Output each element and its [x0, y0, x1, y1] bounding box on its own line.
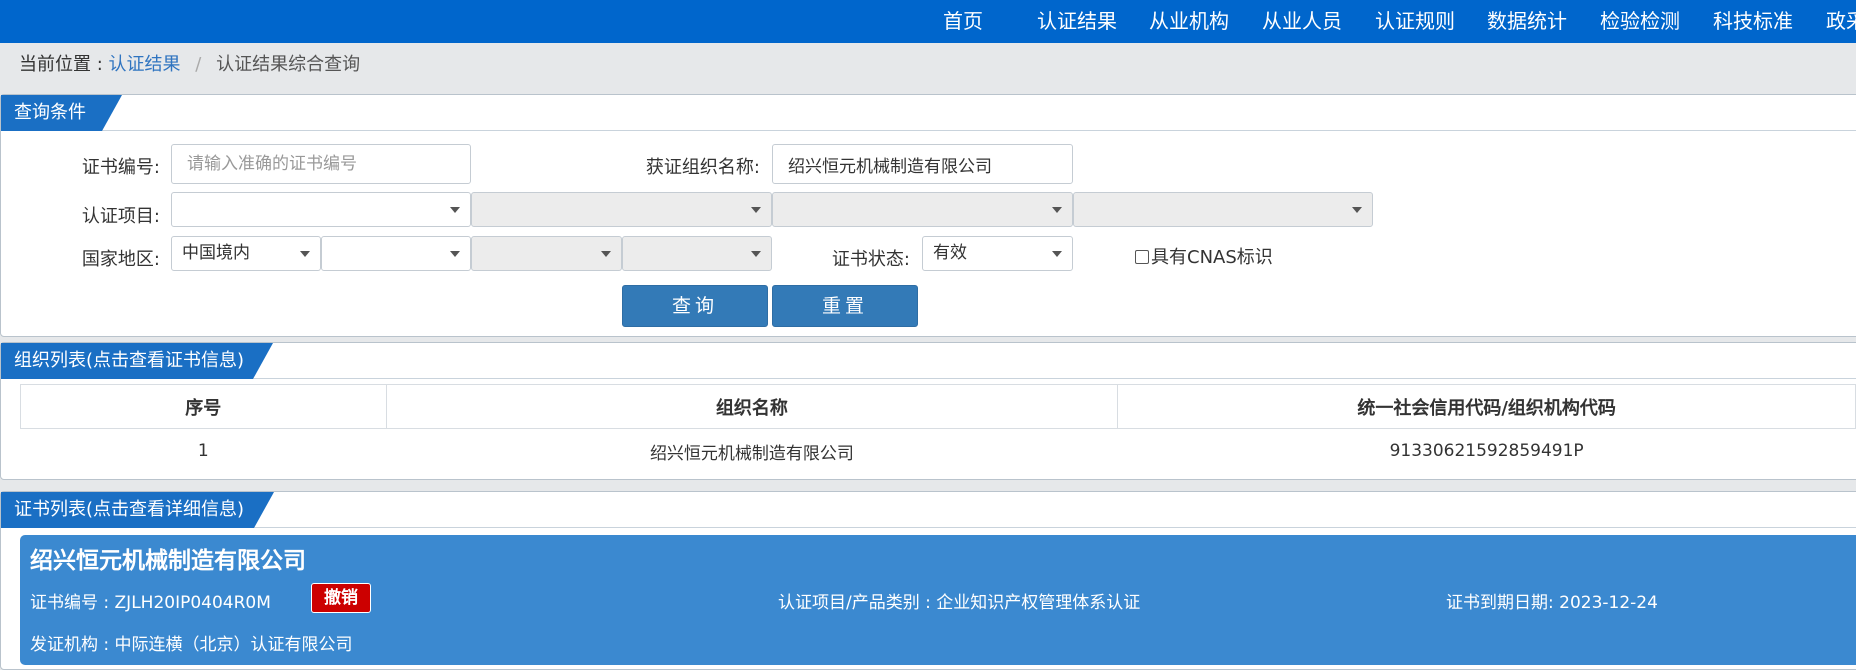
nav-item-inspection[interactable]: 检验检测 [1600, 0, 1680, 43]
status-label: 证书状态: [831, 249, 910, 270]
status-select[interactable]: 有效 [922, 236, 1073, 271]
nav-item-statistics[interactable]: 数据统计 [1487, 0, 1567, 43]
nav-item-institutions[interactable]: 从业机构 [1149, 0, 1229, 43]
search-button[interactable]: 查询 [622, 285, 768, 327]
cert-list-panel-title: 证书列表(点击查看详细信息) [1, 492, 274, 528]
chevron-down-icon [1052, 251, 1062, 257]
chevron-down-icon [601, 251, 611, 257]
region-select-country[interactable]: 中国境内 [171, 236, 321, 271]
project-select-1[interactable] [171, 192, 471, 227]
query-panel-header: 查询条件 [1, 95, 1856, 131]
cell-credit-code: 91330621592859491P [1389, 441, 1584, 461]
cnas-checkbox[interactable] [1135, 250, 1149, 264]
column-header-index: 序号 [20, 384, 387, 429]
nav-item-home[interactable]: 首页 [943, 0, 983, 43]
cnas-checkbox-wrap[interactable]: 具有CNAS标识 [1135, 243, 1273, 269]
cell-org-name: 绍兴恒元机械制造有限公司 [649, 443, 854, 464]
breadcrumb-link-cert-results[interactable]: 认证结果 [109, 54, 181, 75]
table-row[interactable]: 1 绍兴恒元机械制造有限公司 91330621592859491P [21, 429, 1856, 474]
cell-index: 1 [197, 441, 209, 461]
status-badge: 撤销 [311, 583, 371, 613]
nav-item-personnel[interactable]: 从业人员 [1262, 0, 1342, 43]
org-list-panel-title: 组织列表(点击查看证书信息) [1, 343, 273, 379]
org-table: 序号 组织名称 统一社会信用代码/组织机构代码 1 绍兴恒元机械制造有限公司 9… [20, 384, 1856, 473]
cert-no-input[interactable] [171, 144, 471, 184]
nav-item-procurement[interactable]: 政采 [1826, 0, 1856, 43]
column-header-org-name: 组织名称 [385, 384, 1119, 429]
breadcrumb-prefix: 当前位置 : [19, 54, 103, 75]
cert-card-expiry: 证书到期日期: 2023-12-24 [1446, 593, 1658, 613]
region-select-city[interactable] [471, 236, 622, 271]
chevron-down-icon [751, 251, 761, 257]
chevron-down-icon [450, 251, 460, 257]
breadcrumb-separator: / [195, 54, 202, 75]
region-select-district[interactable] [622, 236, 772, 271]
cert-no-label: 证书编号: [81, 157, 160, 178]
project-label: 认证项目: [81, 206, 160, 227]
region-select-province[interactable] [321, 236, 471, 271]
breadcrumb: 当前位置 : 认证结果 / 认证结果综合查询 [19, 50, 360, 80]
org-list-panel-header: 组织列表(点击查看证书信息) [1, 343, 1856, 379]
cert-list-panel-header: 证书列表(点击查看详细信息) [1, 492, 1856, 528]
cert-card-org-name: 绍兴恒元机械制造有限公司 [30, 548, 306, 574]
org-table-header-row: 序号 组织名称 统一社会信用代码/组织机构代码 [20, 384, 1856, 429]
reset-button[interactable]: 重置 [772, 285, 918, 327]
breadcrumb-current: 认证结果综合查询 [216, 54, 361, 75]
chevron-down-icon [450, 207, 460, 213]
org-name-input[interactable] [772, 144, 1073, 184]
cnas-checkbox-label: 具有CNAS标识 [1151, 247, 1273, 268]
org-name-label: 获证组织名称: [645, 157, 760, 178]
cert-card-cert-no: 证书编号 : ZJLH20IP0404R0M [30, 593, 271, 613]
nav-item-rules[interactable]: 认证规则 [1375, 0, 1455, 43]
chevron-down-icon [300, 251, 310, 257]
column-header-credit-code: 统一社会信用代码/组织机构代码 [1117, 384, 1856, 429]
project-select-4[interactable] [1073, 192, 1373, 227]
project-select-2[interactable] [471, 192, 772, 227]
nav-item-cert-results[interactable]: 认证结果 [1037, 0, 1117, 43]
chevron-down-icon [1352, 207, 1362, 213]
project-select-3[interactable] [772, 192, 1073, 227]
chevron-down-icon [1052, 207, 1062, 213]
cert-card-project: 认证项目/产品类别 : 企业知识产权管理体系认证 [778, 593, 1141, 613]
certificate-card[interactable]: 绍兴恒元机械制造有限公司 证书编号 : ZJLH20IP0404R0M 撤销 认… [20, 535, 1856, 665]
nav-item-standards[interactable]: 科技标准 [1713, 0, 1793, 43]
region-label: 国家地区: [81, 249, 160, 270]
chevron-down-icon [751, 207, 761, 213]
top-navigation-bar: 首页 认证结果 从业机构 从业人员 认证规则 数据统计 检验检测 科技标准 政采 [0, 0, 1856, 43]
cert-card-issuer: 发证机构 : 中际连横（北京）认证有限公司 [30, 635, 353, 655]
query-panel-title: 查询条件 [1, 95, 122, 131]
